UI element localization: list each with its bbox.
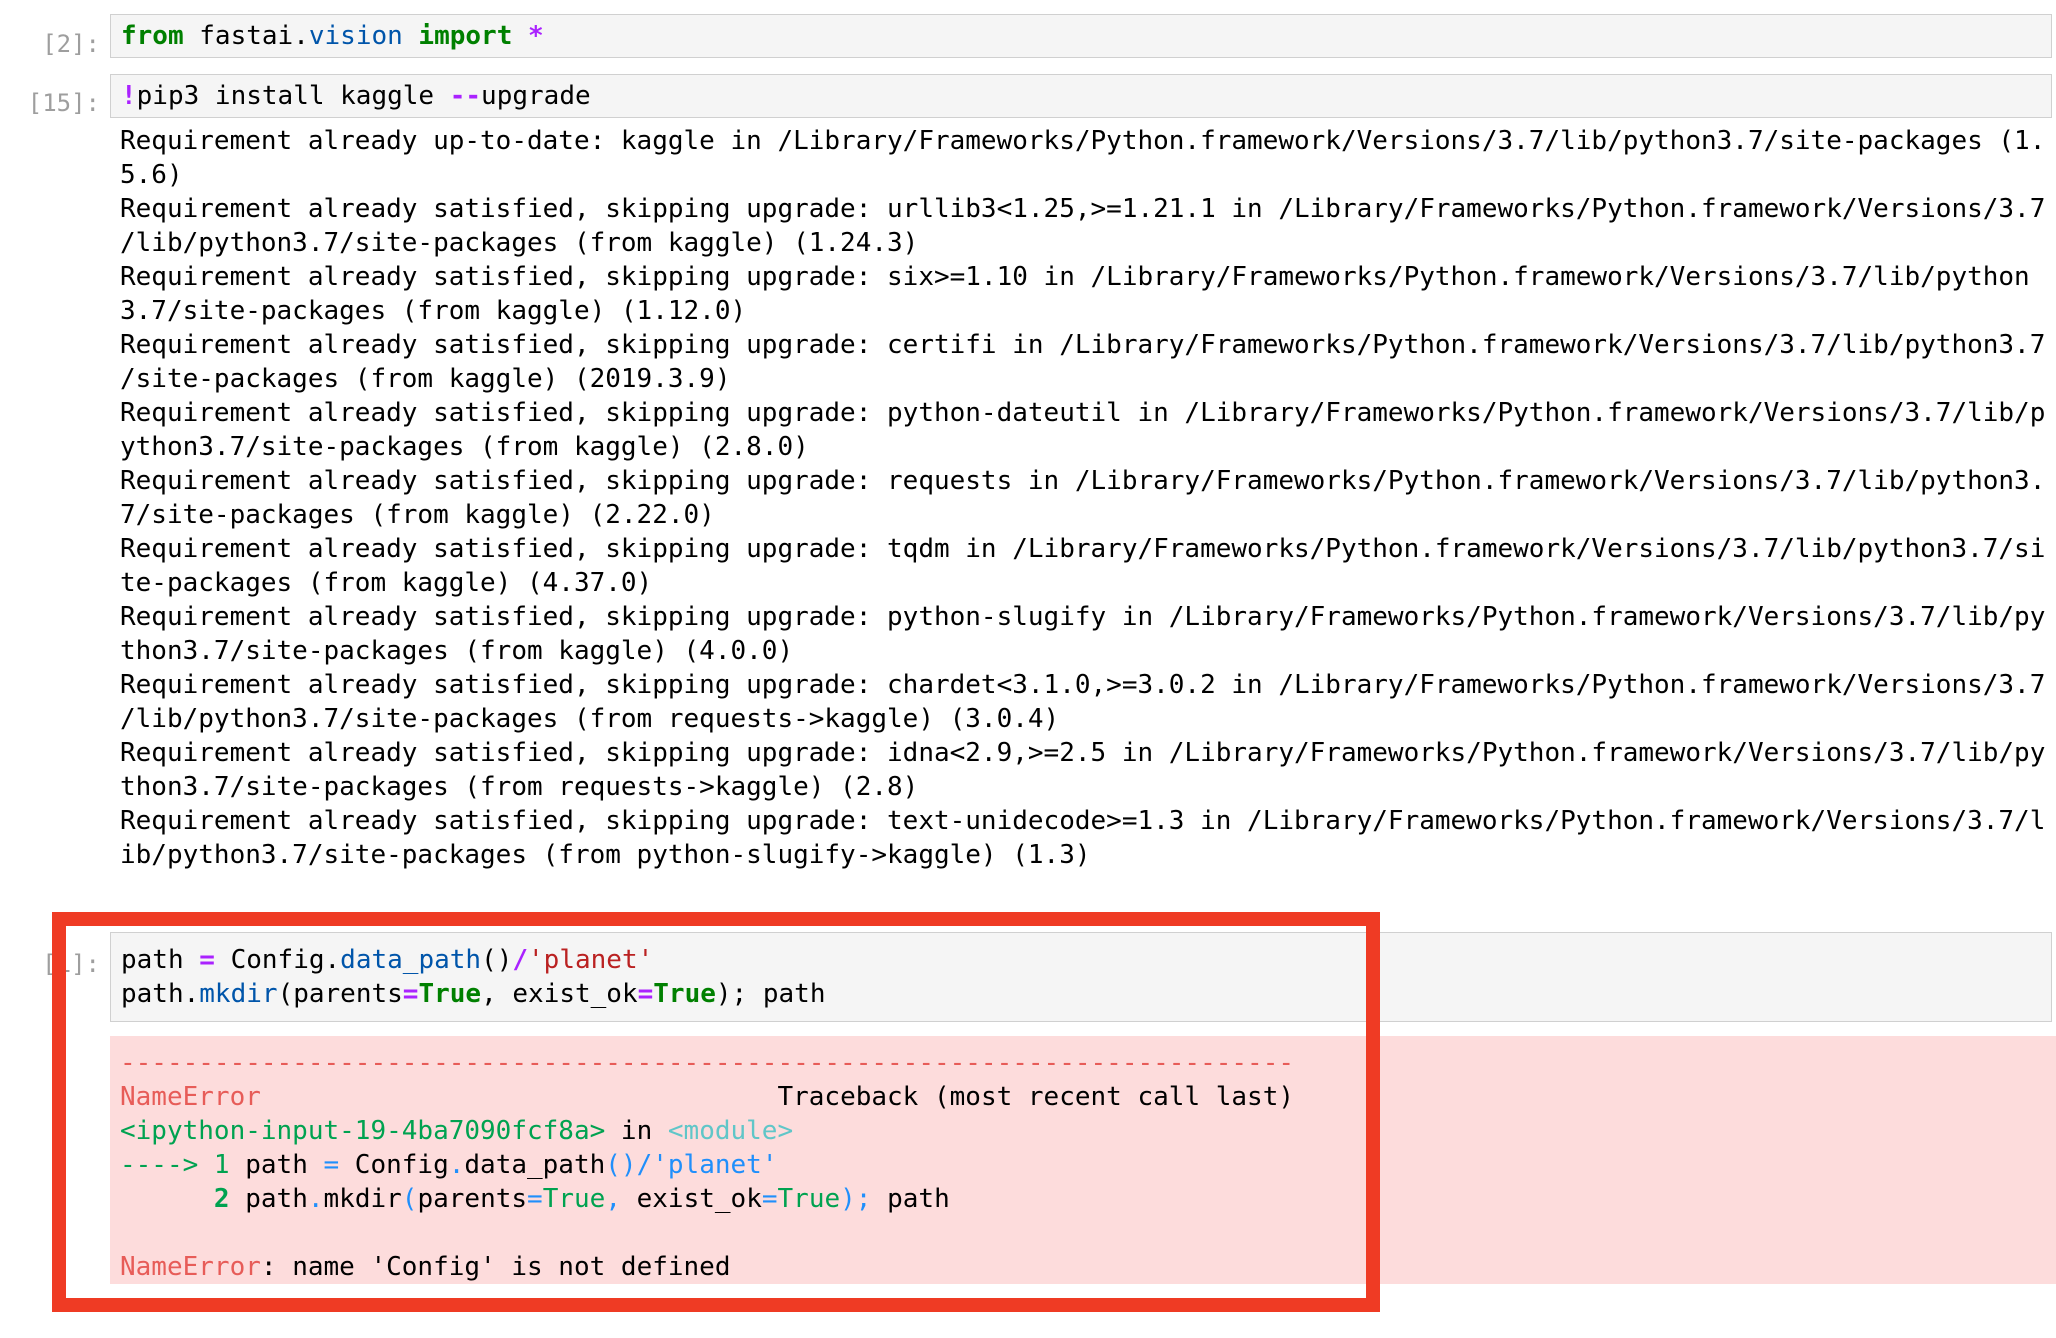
module-name: fastai. <box>183 21 309 51</box>
cell-prompt: [2]: <box>42 30 100 58</box>
output-line: thon3.7/site-packages (from kaggle) (4.0… <box>120 636 794 666</box>
code-cell-input[interactable]: path = Config.data_path()/'planet' path.… <box>110 932 2052 1022</box>
traceback-header: NameError Traceback (most recent call la… <box>120 1080 2046 1114</box>
output-line: 5.6) <box>120 160 183 190</box>
keyword: import <box>402 21 513 51</box>
error-message: NameError: name 'Config' is not defined <box>120 1250 2046 1284</box>
operator: * <box>512 21 544 51</box>
output-line: Requirement already satisfied, skipping … <box>120 670 2046 700</box>
output-line: /lib/python3.7/site-packages (from reque… <box>120 704 1060 734</box>
function-name: data_path <box>340 945 482 975</box>
operator: -- <box>449 81 482 111</box>
operator: = <box>637 979 654 1009</box>
operator: = <box>199 945 215 975</box>
output-line: /lib/python3.7/site-packages (from kaggl… <box>120 228 919 258</box>
output-line: Requirement already satisfied, skipping … <box>120 602 2046 632</box>
output-line: Requirement already up-to-date: kaggle i… <box>120 126 2046 156</box>
keyword: from <box>121 21 184 51</box>
output-line: thon3.7/site-packages (from requests->ka… <box>120 772 919 802</box>
operator: = <box>402 979 419 1009</box>
submodule-name: vision <box>308 21 403 51</box>
traceback-line: 2 path.mkdir(parents=True, exist_ok=True… <box>213 1184 950 1214</box>
output-line: Requirement already satisfied, skipping … <box>120 806 2046 836</box>
code-line: path.mkdir(parents=True, exist_ok=True);… <box>121 979 826 1009</box>
traceback-line: ----> 1 path = Config.data_path()/'plane… <box>120 1150 778 1180</box>
traceback-arrow: ----> 1 <box>120 1150 230 1180</box>
output-line: Requirement already satisfied, skipping … <box>120 534 2046 564</box>
error-name: NameError <box>120 1252 261 1282</box>
output-line: Requirement already satisfied, skipping … <box>120 398 2046 428</box>
cell-prompt: [1]: <box>42 950 100 978</box>
output-line: Requirement already satisfied, skipping … <box>120 194 2046 224</box>
operator: / <box>512 945 529 975</box>
output-text: Requirement already up-to-date: kaggle i… <box>120 124 2046 872</box>
string-literal: 'planet' <box>528 945 654 975</box>
output-line: Requirement already satisfied, skipping … <box>120 738 2046 768</box>
output-line: ython3.7/site-packages (from kaggle) (2.… <box>120 432 809 462</box>
code-line: !pip3 install kaggle --upgrade <box>121 79 2041 113</box>
input-reference: <ipython-input-19-4ba7090fcf8a> <box>120 1116 606 1146</box>
output-line: te-packages (from kaggle) (4.37.0) <box>120 568 653 598</box>
output-line: ib/python3.7/site-packages (from python-… <box>120 840 1091 870</box>
code-cell-input[interactable]: !pip3 install kaggle --upgrade <box>110 74 2052 118</box>
function-name: mkdir <box>199 979 278 1009</box>
output-line: Requirement already satisfied, skipping … <box>120 330 2046 360</box>
operator: ! <box>121 81 137 111</box>
traceback-divider: ----------------------------------------… <box>120 1048 1294 1078</box>
output-line: 3.7/site-packages (from kaggle) (1.12.0) <box>120 296 747 326</box>
shell-command: pip3 install kaggle <box>136 81 450 111</box>
output-line: Requirement already satisfied, skipping … <box>120 262 2030 292</box>
code-cell-input[interactable]: from fastai.vision import * <box>110 14 2052 58</box>
output-line: Requirement already satisfied, skipping … <box>120 466 2046 496</box>
code-line: path = Config.data_path()/'planet' <box>121 945 654 975</box>
cell-prompt: [15]: <box>27 89 100 117</box>
code-line: from fastai.vision import * <box>121 19 2041 53</box>
module-reference: <module> <box>667 1116 794 1146</box>
shell-flag: upgrade <box>481 81 591 111</box>
traceback-title: Traceback (most recent call last) <box>777 1082 1295 1112</box>
error-detail: : name 'Config' is not defined <box>260 1252 731 1282</box>
error-output: ----------------------------------------… <box>110 1036 2056 1284</box>
cell-output: Requirement already up-to-date: kaggle i… <box>110 124 2056 872</box>
traceback-location: <ipython-input-19-4ba7090fcf8a> in <modu… <box>120 1116 794 1146</box>
line-number: 2 <box>213 1184 230 1214</box>
output-line: /site-packages (from kaggle) (2019.3.9) <box>120 364 731 394</box>
error-name: NameError <box>120 1082 261 1112</box>
keyword: True <box>418 979 482 1009</box>
keyword: True <box>653 979 716 1009</box>
output-line: 7/site-packages (from kaggle) (2.22.0) <box>120 500 715 530</box>
